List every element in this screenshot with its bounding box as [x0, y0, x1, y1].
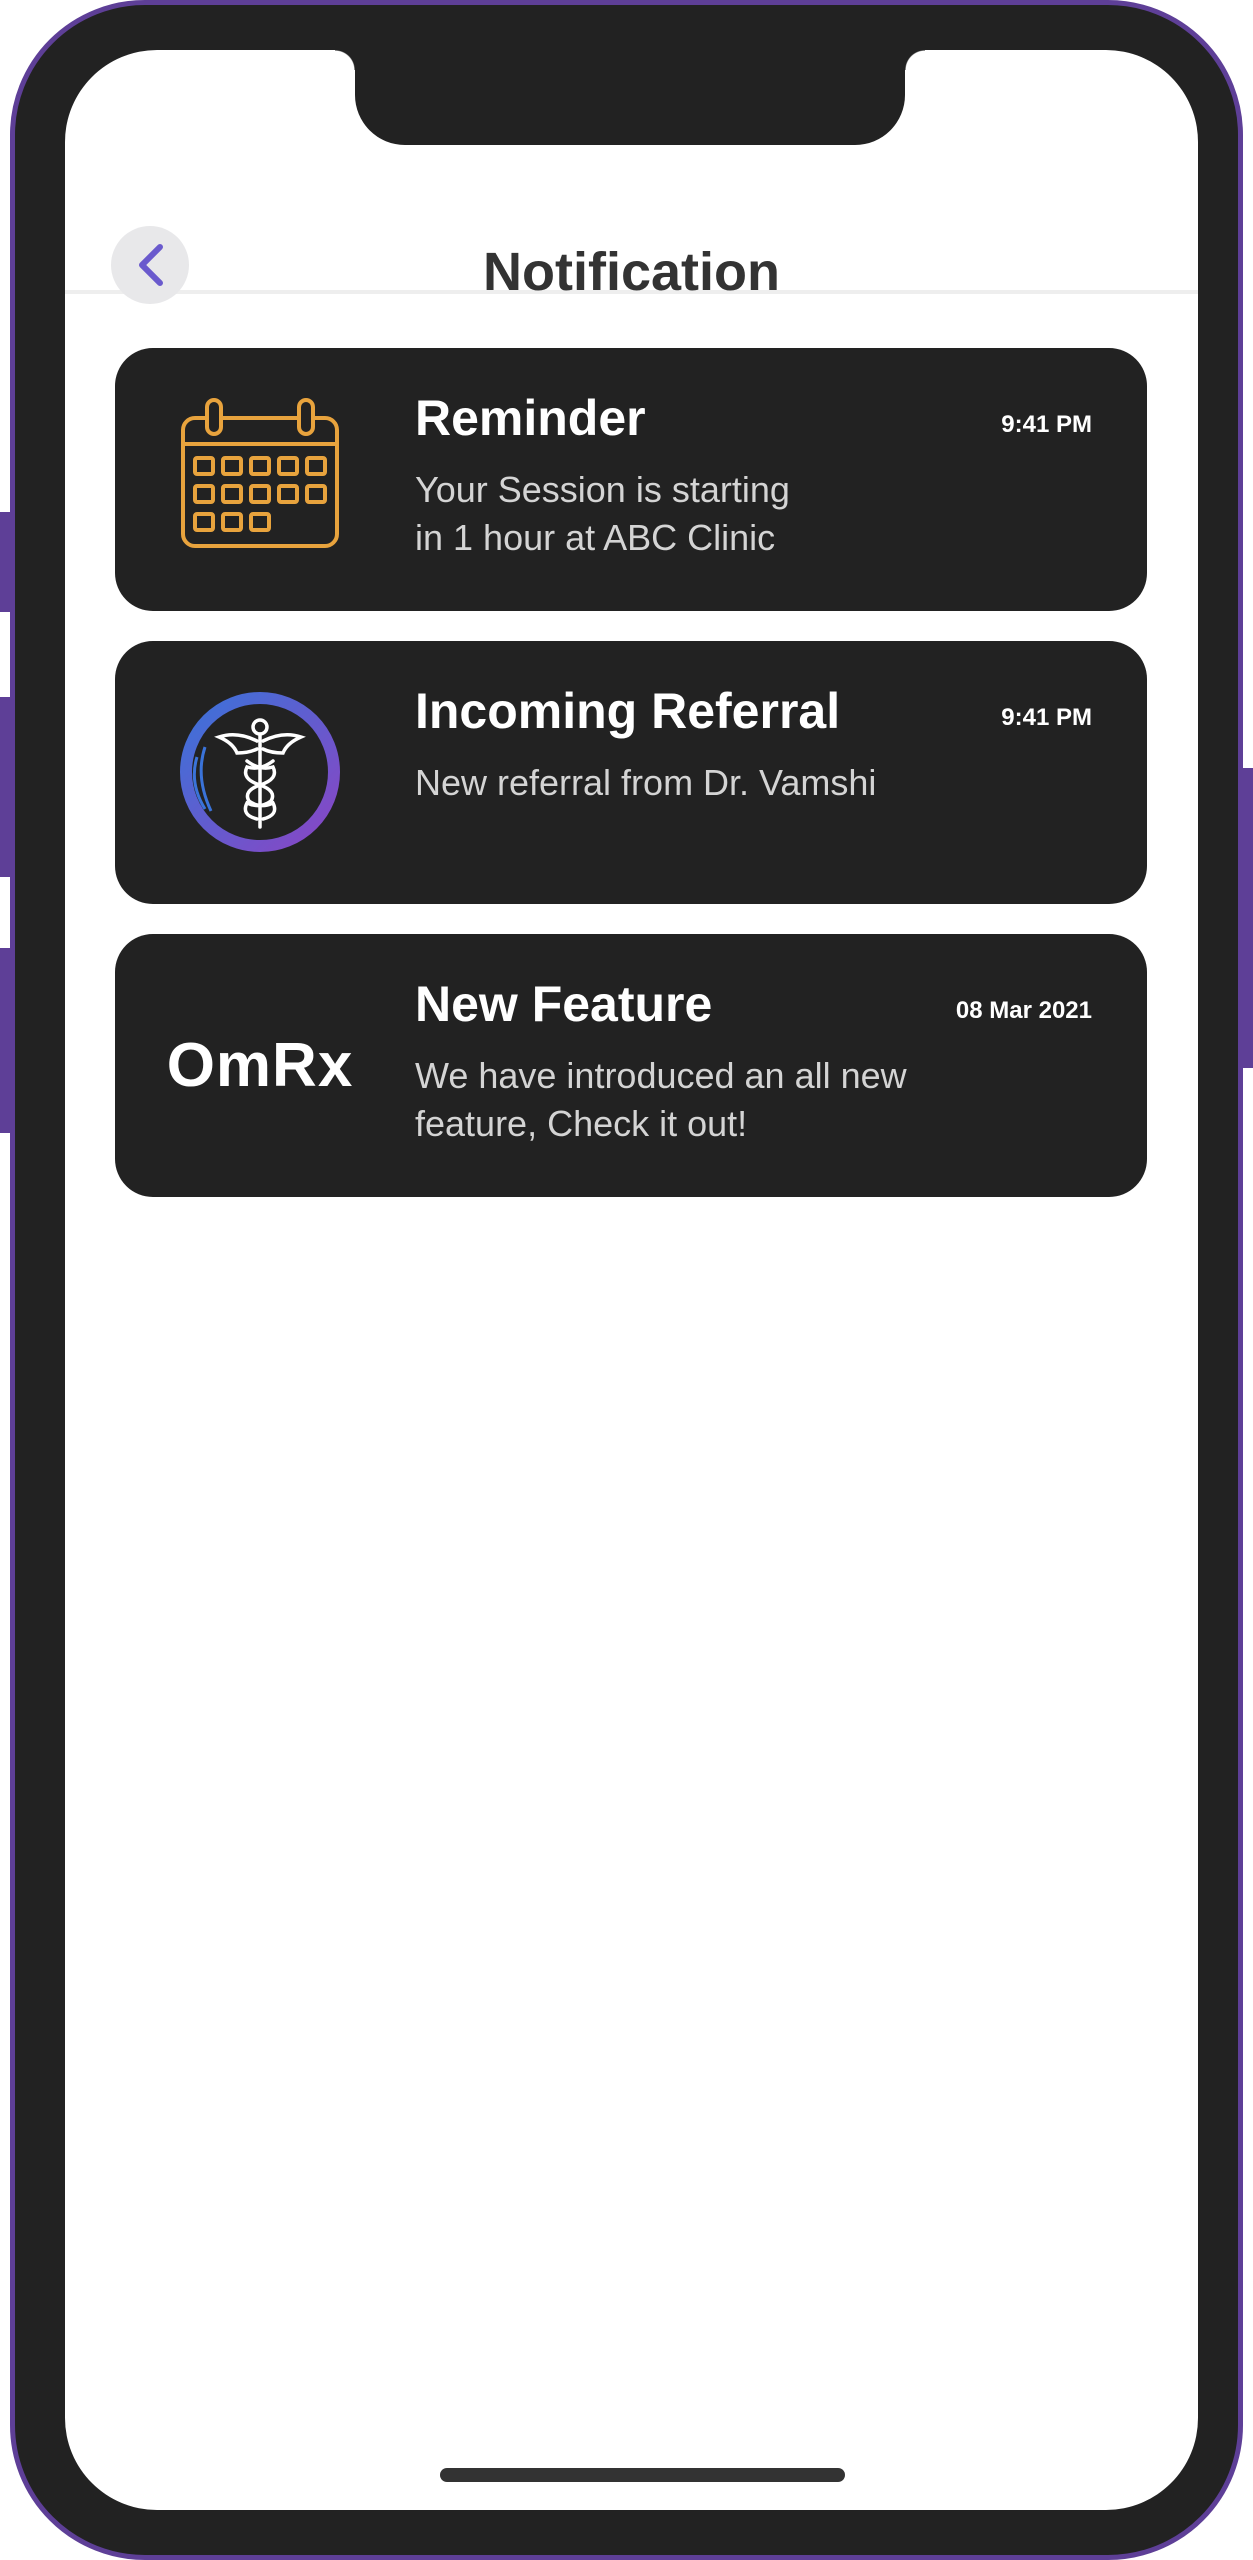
notification-card-reminder[interactable]: Reminder 9:41 PM Your Session is startin…: [115, 348, 1147, 611]
notification-title: Reminder: [415, 390, 646, 446]
notification-message: We have introduced an all new feature, C…: [415, 1052, 1035, 1148]
notification-list: Reminder 9:41 PM Your Session is startin…: [115, 348, 1147, 1227]
phone-frame: Notification Reminder 9:41 PM Your Sessi…: [10, 0, 1243, 2560]
home-indicator[interactable]: [440, 2468, 845, 2482]
notification-title: New Feature: [415, 976, 713, 1032]
screen: Notification Reminder 9:41 PM Your Sessi…: [65, 50, 1198, 2510]
notification-card-referral[interactable]: Incoming Referral 9:41 PM New referral f…: [115, 641, 1147, 904]
message-line: feature, Check it out!: [415, 1103, 748, 1144]
message-line: We have introduced an all new: [415, 1055, 907, 1096]
message-line: New referral from Dr. Vamshi: [415, 762, 877, 803]
message-line: Your Session is starting: [415, 469, 790, 510]
notch: [335, 50, 925, 145]
caduceus-icon: [175, 687, 345, 857]
omrx-logo: OmRx: [167, 980, 353, 1150]
page-title: Notification: [483, 242, 780, 302]
message-line: in 1 hour at ABC Clinic: [415, 517, 776, 558]
notification-time: 9:41 PM: [1001, 411, 1092, 438]
notification-message: Your Session is starting in 1 hour at AB…: [415, 466, 1035, 562]
notification-card-feature[interactable]: OmRx New Feature 08 Mar 2021 We have int…: [115, 934, 1147, 1197]
app-header: Notification: [65, 170, 1198, 304]
brand-logo-text: OmRx: [166, 1030, 354, 1100]
notification-time: 9:41 PM: [1001, 704, 1092, 731]
notification-time: 08 Mar 2021: [955, 997, 1092, 1024]
notification-title: Incoming Referral: [415, 683, 841, 739]
calendar-icon: [175, 394, 345, 564]
notification-message: New referral from Dr. Vamshi: [415, 759, 1035, 807]
